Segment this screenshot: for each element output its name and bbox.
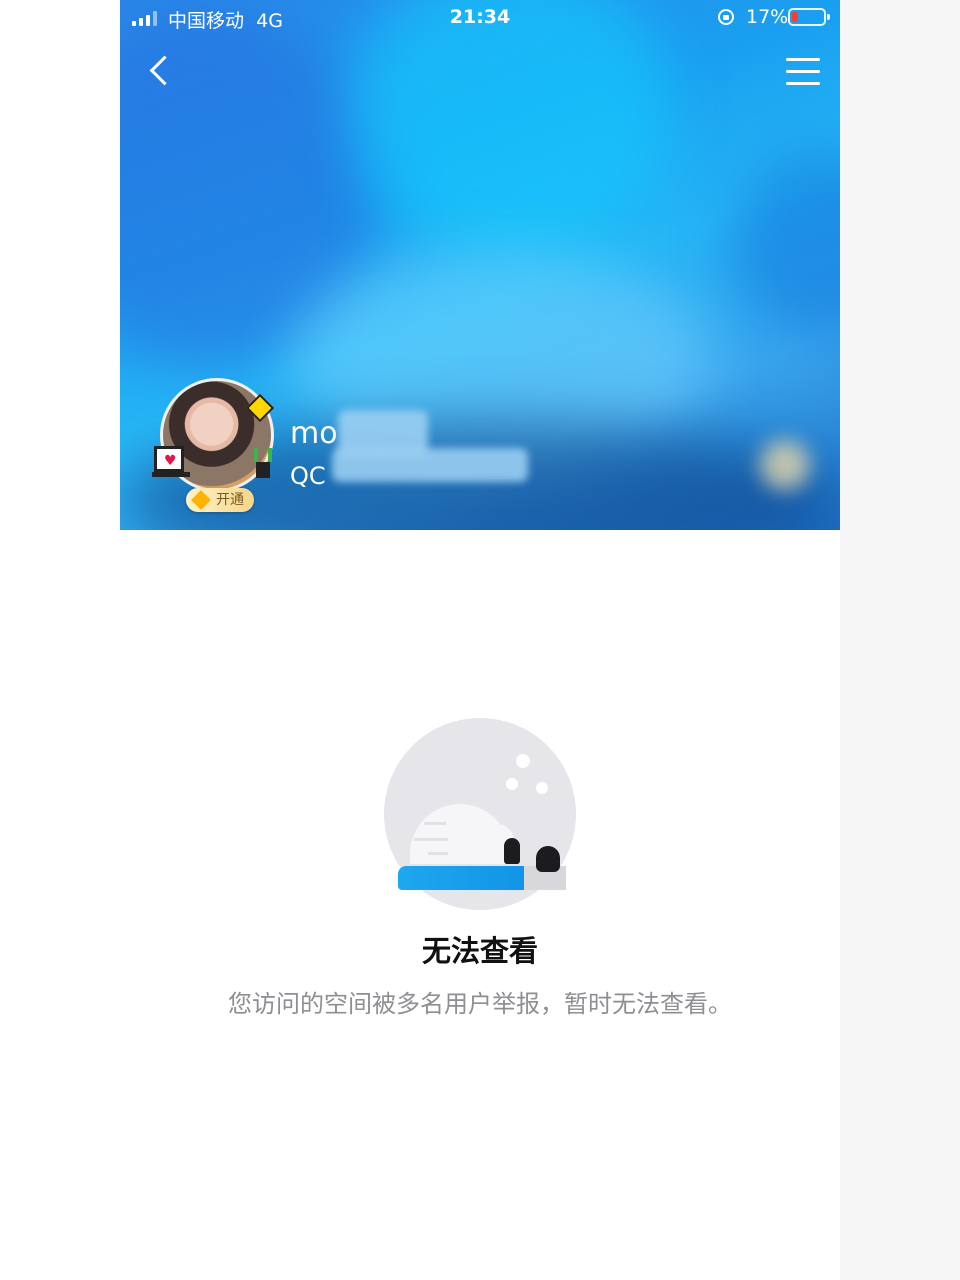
redaction-blur [332,448,528,482]
empty-state-title: 无法查看 [421,934,538,968]
diamond-icon [191,490,211,510]
plant-pendant-icon [250,448,276,482]
status-bar: 中国移动 4G 21:34 17% [120,0,840,36]
moon-igloo-penguin-icon [384,718,584,910]
penguin-icon [504,838,520,864]
vip-open-button[interactable]: 开通 [186,488,254,512]
back-button[interactable] [144,52,184,92]
menu-button[interactable] [786,56,822,90]
profile-name: mo [290,416,338,451]
empty-state-description: 您访问的空间被多名用户举报，暂时无法查看。 [228,990,732,1018]
hamburger-menu-icon [786,58,820,61]
right-margin [840,0,960,1280]
battery-icon [788,8,830,26]
qq-number: QC [290,462,326,490]
orientation-lock-icon [718,9,734,25]
empty-state: 无法查看 您访问的空间被多名用户举报，暂时无法查看。 [120,530,840,1280]
profile-cover: 中国移动 4G 21:34 17% ♥ 开通 mo QC [120,0,840,530]
cup-pendant-icon: ♥ [152,440,190,480]
battery-percent: 17% [746,6,789,28]
qzone-screen: 中国移动 4G 21:34 17% ♥ 开通 mo QC 无法查看 您访问的空间… [120,0,840,1280]
penguin-icon [536,846,560,872]
